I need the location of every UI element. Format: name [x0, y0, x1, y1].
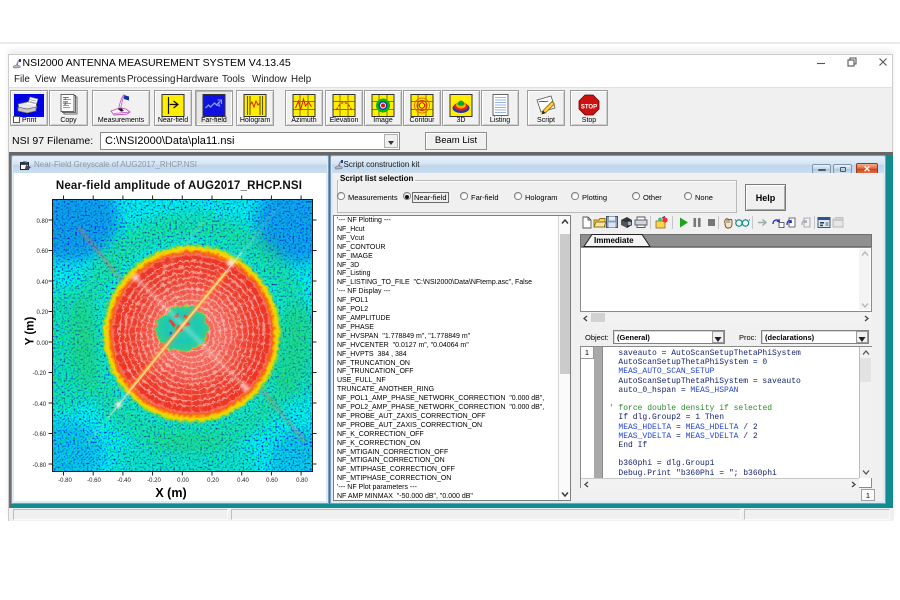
svg-text:STOP: STOP: [581, 105, 597, 111]
svg-text:'3": '3": [63, 101, 68, 106]
